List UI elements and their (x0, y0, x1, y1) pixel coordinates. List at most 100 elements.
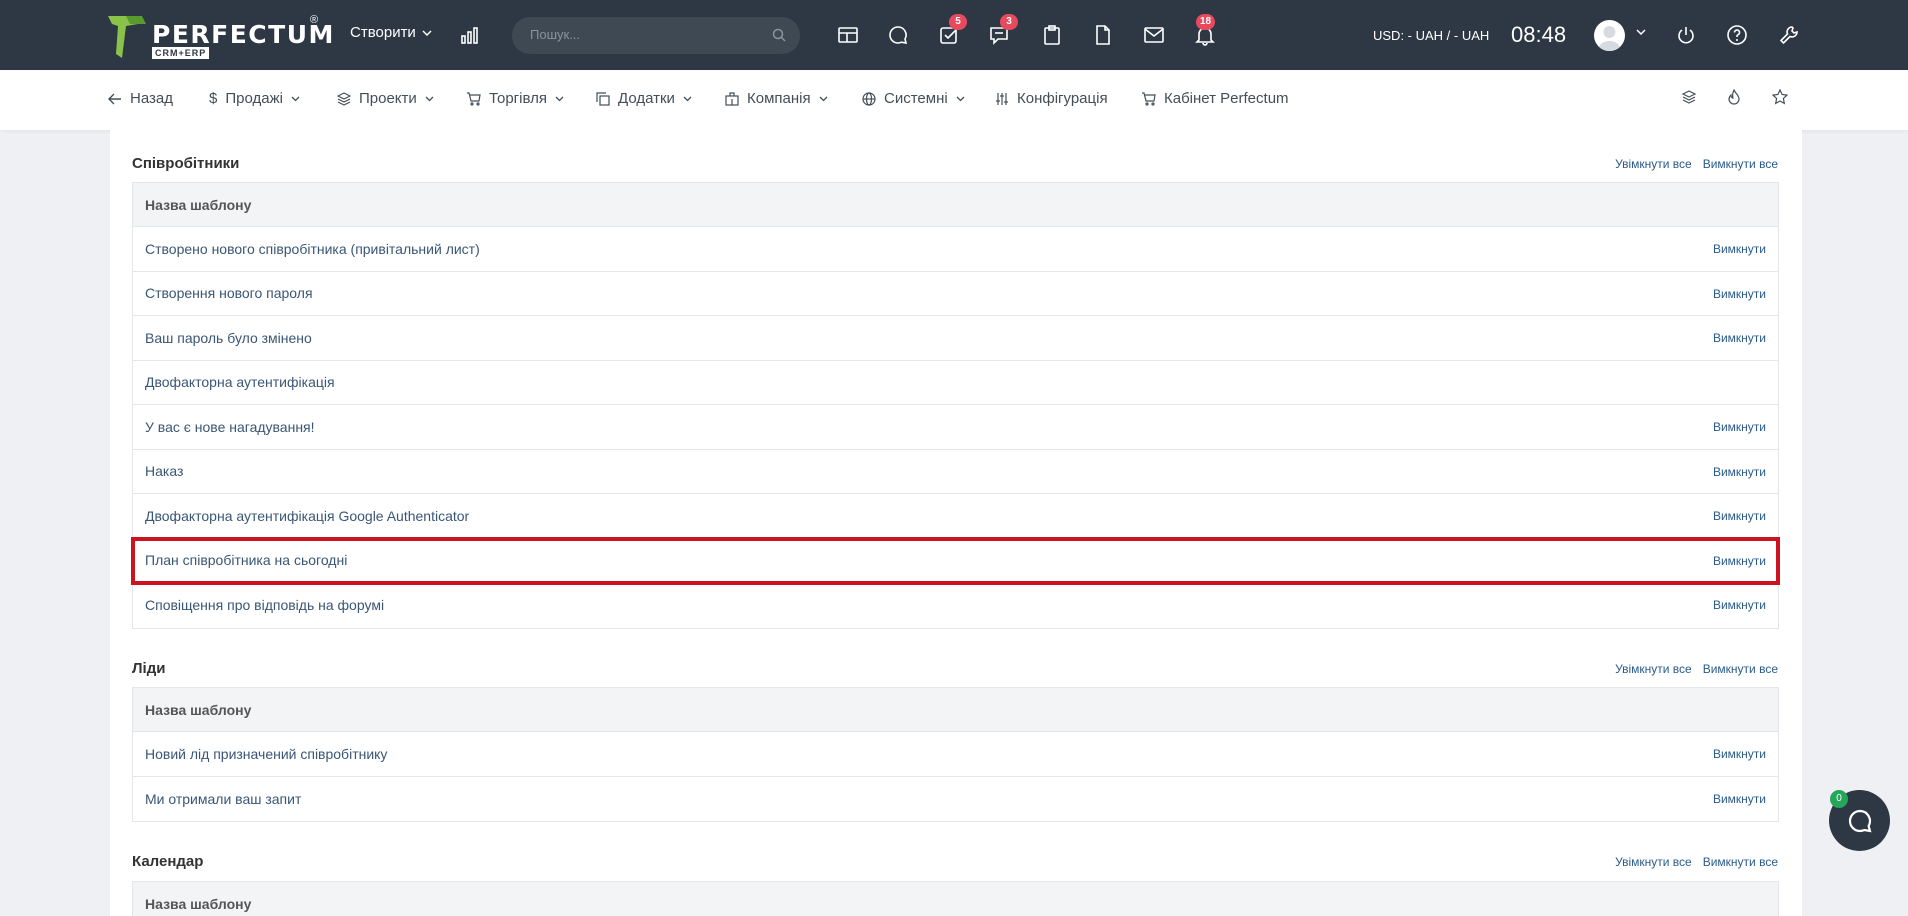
clipboard-icon[interactable] (1039, 22, 1065, 48)
enable-all-button[interactable]: Увімкнути все (1615, 157, 1692, 171)
user-avatar-icon (1598, 26, 1621, 51)
chevron-down-icon[interactable] (1636, 29, 1646, 35)
content-panel: Співробітники Увімкнути все Вимкнути все… (110, 130, 1802, 916)
chevron-down-icon (956, 96, 965, 101)
clock-time: 08:48 (1511, 22, 1567, 47)
column-template-name: Назва шаблону (145, 896, 252, 912)
template-name-link[interactable]: Створення нового пароля (145, 285, 313, 301)
logo-registered-mark: ® (310, 14, 319, 26)
template-name-link[interactable]: Наказ (145, 463, 183, 479)
nav-projects[interactable]: Проекти (337, 90, 434, 107)
column-template-name: Назва шаблону (145, 701, 252, 718)
disable-button[interactable]: Вимкнути (1713, 792, 1766, 806)
flame-icon[interactable] (1727, 89, 1741, 105)
disable-button[interactable]: Вимкнути (1713, 242, 1766, 256)
layers-icon (337, 91, 351, 106)
template-name-link[interactable]: План співробітника на сьогодні (145, 552, 347, 568)
enable-all-button[interactable]: Увімкнути все (1615, 855, 1692, 869)
avatar[interactable] (1594, 20, 1625, 51)
sliders-icon (996, 92, 1008, 105)
section-actions-employees: Увімкнути все Вимкнути все (1615, 157, 1778, 171)
template-name-link[interactable]: У вас є нове нагадування! (145, 419, 315, 435)
dashboard-icon[interactable] (835, 22, 861, 48)
templates-table-leads: Назва шаблону Новий лід призначений спів… (132, 687, 1779, 822)
notifications-badge: 18 (1196, 14, 1216, 30)
table-row: Новий лід призначений співробітнику Вимкн… (133, 732, 1778, 777)
disable-button[interactable]: Вимкнути (1713, 554, 1766, 568)
chevron-down-icon (555, 96, 564, 101)
chevron-down-icon (683, 96, 692, 101)
arrow-left-icon (108, 93, 121, 104)
layers-icon[interactable] (1681, 89, 1697, 105)
nav-company[interactable]: Компанія (725, 90, 828, 107)
search-icon[interactable] (772, 28, 786, 42)
logo-mark-icon (108, 16, 146, 58)
disable-button[interactable]: Вимкнути (1713, 509, 1766, 523)
template-name-link[interactable]: Двофакторна аутентифікація (145, 374, 335, 390)
nav-back[interactable]: Назад (108, 90, 173, 107)
mail-icon[interactable] (1141, 22, 1167, 48)
chat-icon[interactable]: 3 (987, 14, 1018, 48)
search-input[interactable] (530, 27, 760, 42)
disable-button[interactable]: Вимкнути (1713, 747, 1766, 761)
dollar-icon: $ (209, 90, 218, 107)
logo-subtitle: CRM+ERP (152, 47, 210, 59)
reports-chart-icon[interactable] (458, 22, 484, 48)
wrench-settings-icon[interactable] (1776, 22, 1802, 48)
chevron-down-icon (422, 29, 432, 36)
table-row: Двофакторна аутентифікація Google Authen… (133, 494, 1778, 539)
disable-all-button[interactable]: Вимкнути все (1703, 157, 1778, 171)
nav-addons[interactable]: Додатки (596, 90, 692, 107)
template-name-link[interactable]: Ваш пароль було змінено (145, 330, 312, 346)
chevron-down-icon (291, 96, 300, 101)
template-name-link[interactable]: Сповіщення про відповідь на форумі (145, 597, 384, 613)
tasks-checkbox-icon[interactable]: 5 (936, 14, 967, 48)
nav-sales-label: Продажі (225, 90, 283, 107)
chat-bubble-icon (1848, 809, 1872, 832)
nav-system[interactable]: Системні (862, 90, 965, 107)
notifications-bell-icon[interactable]: 18 (1192, 14, 1218, 48)
nav-trade[interactable]: Торгівля (466, 90, 564, 107)
disable-button[interactable]: Вимкнути (1713, 598, 1766, 612)
nav-trade-label: Торгівля (489, 90, 547, 107)
nav-sales[interactable]: $ Продажі (209, 90, 300, 107)
disable-all-button[interactable]: Вимкнути все (1703, 855, 1778, 869)
table-row-highlighted: План співробітника на сьогодні Вимкнути (131, 536, 1780, 585)
disable-button[interactable]: Вимкнути (1713, 465, 1766, 479)
cart-icon (467, 91, 481, 106)
nav-addons-label: Додатки (618, 90, 675, 107)
template-name-link[interactable]: Двофакторна аутентифікація Google Authen… (145, 508, 469, 524)
nav-configuration[interactable]: Конфігурація (995, 90, 1108, 107)
template-name-link[interactable]: Ми отримали ваш запит (145, 791, 301, 807)
nav-back-label: Назад (130, 90, 173, 107)
document-icon[interactable] (1090, 22, 1116, 48)
table-header: Назва шаблону (133, 183, 1778, 227)
disable-button[interactable]: Вимкнути (1713, 420, 1766, 434)
help-icon[interactable] (1724, 22, 1750, 48)
table-row: У вас є нове нагадування! Вимкнути (133, 405, 1778, 450)
comment-icon[interactable] (885, 22, 911, 48)
nav-projects-label: Проекти (359, 90, 417, 107)
chat-unread-badge: 0 (1830, 790, 1848, 808)
cart-icon (1142, 91, 1156, 106)
top-bar: PERFECTUM ® CRM+ERP Створити 5 3 18 USD: (0, 0, 1908, 70)
create-label: Створити (350, 24, 416, 41)
create-dropdown[interactable]: Створити (350, 24, 432, 41)
logo[interactable]: PERFECTUM ® CRM+ERP (108, 14, 333, 60)
currency-rate: USD: - UAH / - UAH (1373, 28, 1490, 43)
nav-cabinet[interactable]: Кабінет Perfectum (1141, 90, 1289, 107)
template-name-link[interactable]: Створено нового співробітника (привіталь… (145, 241, 480, 257)
disable-button[interactable]: Вимкнути (1713, 331, 1766, 345)
table-row: Створення нового пароля Вимкнути (133, 272, 1778, 316)
power-icon[interactable] (1673, 22, 1699, 48)
table-header: Назва шаблону (133, 688, 1778, 732)
enable-all-button[interactable]: Увімкнути все (1615, 662, 1692, 676)
disable-all-button[interactable]: Вимкнути все (1703, 662, 1778, 676)
disable-button[interactable]: Вимкнути (1713, 287, 1766, 301)
search-box[interactable] (512, 17, 800, 54)
nav-configuration-label: Конфігурація (1017, 90, 1108, 107)
section-actions-leads: Увімкнути все Вимкнути все (1615, 662, 1778, 676)
template-name-link[interactable]: Новий лід призначений співробітнику (145, 746, 387, 762)
chat-badge: 3 (1000, 14, 1018, 30)
star-icon[interactable] (1772, 89, 1788, 105)
